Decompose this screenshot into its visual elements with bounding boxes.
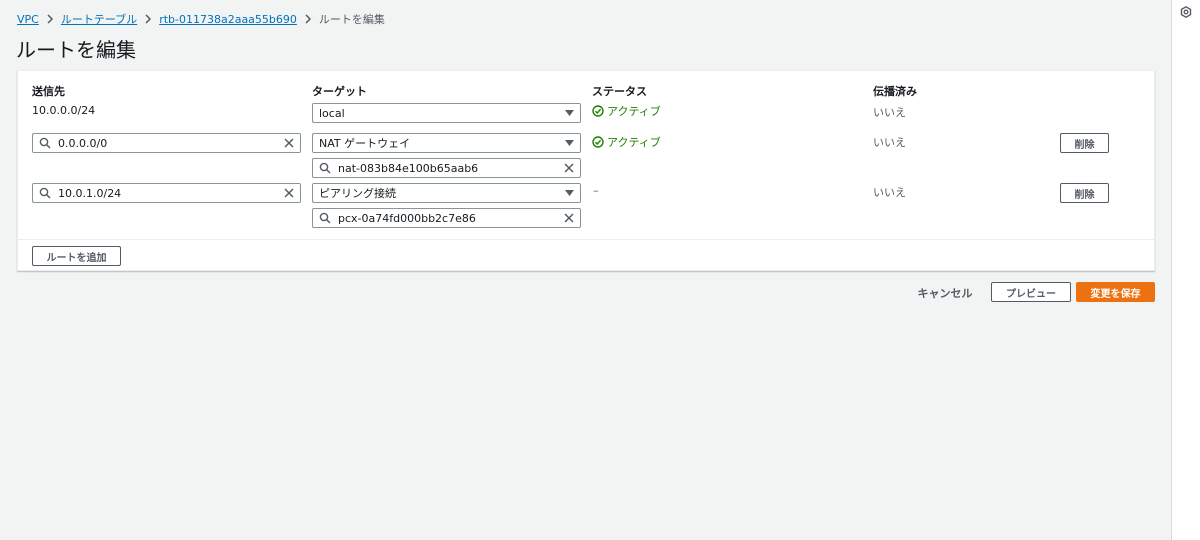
gear-icon[interactable]	[1180, 6, 1192, 18]
close-icon[interactable]	[283, 137, 295, 149]
delete-route-button[interactable]: 削除	[1060, 133, 1109, 153]
chevron-right-icon	[301, 13, 315, 25]
breadcrumb-current: ルートを編集	[318, 13, 385, 26]
search-icon	[39, 137, 51, 149]
status-text: アクティブ	[607, 105, 661, 118]
caret-down-icon	[565, 190, 574, 196]
destination-input[interactable]: 10.0.1.0/24	[32, 183, 301, 203]
destination-value: 0.0.0.0/0	[58, 136, 108, 150]
chevron-right-icon	[43, 13, 57, 25]
column-header-propagated: 伝播済み	[873, 85, 917, 98]
breadcrumb-link-route-tables[interactable]: ルートテーブル	[61, 11, 137, 27]
target-id-input[interactable]: pcx-0a74fd000bb2c7e86	[312, 208, 581, 228]
target-type-value: local	[319, 106, 345, 120]
column-header-target: ターゲット	[312, 85, 367, 98]
search-icon	[319, 162, 331, 174]
preview-button[interactable]: プレビュー	[991, 282, 1071, 302]
breadcrumb-link-vpc[interactable]: VPC	[17, 13, 39, 26]
target-id-input[interactable]: nat-083b84e100b65aab6	[312, 158, 581, 178]
check-circle-icon	[592, 105, 604, 117]
status-text: –	[593, 184, 599, 197]
destination-value: 10.0.1.0/24	[58, 186, 122, 200]
column-header-status: ステータス	[592, 85, 647, 98]
target-type-value: ピアリング接続	[319, 187, 396, 200]
propagated-text: いいえ	[873, 136, 906, 149]
page-title: ルートを編集	[16, 38, 136, 62]
routes-panel: 送信先 ターゲット ステータス 伝播済み 10.0.0.0/24 local ア…	[17, 70, 1155, 271]
caret-down-icon	[565, 110, 574, 116]
target-id-value: pcx-0a74fd000bb2c7e86	[338, 211, 476, 225]
save-changes-button[interactable]: 変更を保存	[1076, 282, 1155, 302]
status-badge: アクティブ	[592, 103, 661, 119]
route-destination-text: 10.0.0.0/24	[32, 104, 96, 117]
target-type-value: NAT ゲートウェイ	[319, 137, 411, 150]
target-type-select[interactable]: local	[312, 103, 581, 123]
right-utility-rail	[1171, 0, 1200, 540]
propagated-text: いいえ	[873, 186, 906, 199]
check-circle-icon	[592, 136, 604, 148]
column-header-destination: 送信先	[32, 85, 65, 98]
add-route-button[interactable]: ルートを追加	[32, 246, 121, 266]
status-text: アクティブ	[607, 136, 661, 149]
close-icon[interactable]	[563, 212, 575, 224]
target-type-select[interactable]: NAT ゲートウェイ	[312, 133, 581, 153]
panel-divider	[18, 239, 1154, 240]
target-type-select[interactable]: ピアリング接続	[312, 183, 581, 203]
chevron-right-icon	[141, 13, 155, 25]
destination-input[interactable]: 0.0.0.0/0	[32, 133, 301, 153]
close-icon[interactable]	[563, 162, 575, 174]
breadcrumb-link-route-table-id[interactable]: rtb-011738a2aaa55b690	[159, 13, 297, 26]
breadcrumb: VPC ルートテーブル rtb-011738a2aaa55b690 ルートを編集	[17, 11, 385, 27]
search-icon	[39, 187, 51, 199]
cancel-button[interactable]: キャンセル	[912, 285, 978, 300]
search-icon	[319, 212, 331, 224]
propagated-text: いいえ	[873, 106, 906, 119]
caret-down-icon	[565, 140, 574, 146]
delete-route-button[interactable]: 削除	[1060, 183, 1109, 203]
target-id-value: nat-083b84e100b65aab6	[338, 161, 479, 175]
close-icon[interactable]	[283, 187, 295, 199]
status-badge: アクティブ	[592, 134, 661, 150]
